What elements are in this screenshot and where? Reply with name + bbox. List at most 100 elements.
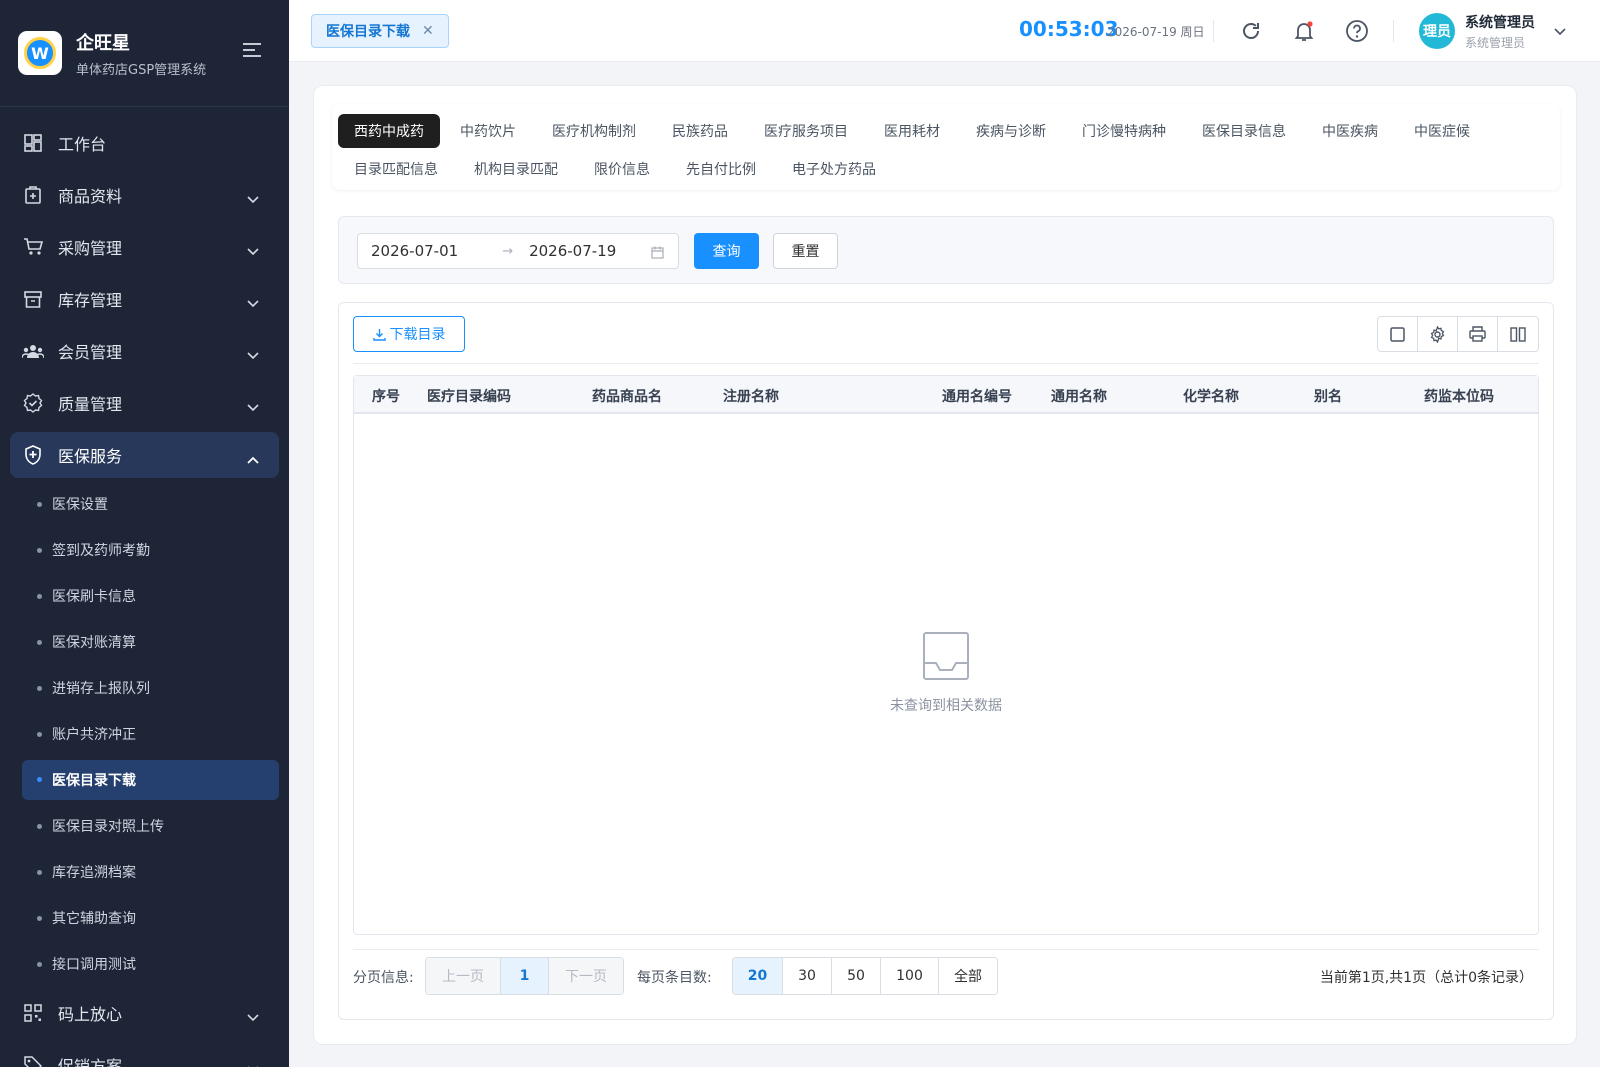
sidebar-item-purchase[interactable]: 采购管理 [0, 221, 289, 273]
clock: 00:53:03 [1019, 17, 1119, 41]
product-icon [22, 184, 44, 206]
sidebar-subitem[interactable]: 进销存上报队列 [0, 665, 289, 711]
sidebar-item-medical-insurance[interactable]: 医保服务 [10, 432, 279, 478]
divider [353, 363, 1539, 364]
sidebar-item-workbench[interactable]: 工作台 [0, 117, 289, 169]
column-header[interactable]: 药品商品名 [592, 386, 662, 406]
sidebar-subitem[interactable]: 库存追溯档案 [0, 849, 289, 895]
table-toolbar [1377, 316, 1539, 352]
sidebar-subitem-label: 医保目录对照上传 [52, 819, 164, 835]
sidebar-item-products[interactable]: 商品资料 [0, 169, 289, 221]
category-tab[interactable]: 中药饮片 [444, 114, 532, 148]
app-logo: W [18, 31, 62, 75]
category-tab[interactable]: 目录匹配信息 [338, 152, 454, 186]
end-date[interactable]: 2026-07-19 [529, 242, 616, 260]
category-tab[interactable]: 门诊慢特病种 [1066, 114, 1182, 148]
sidebar-item-quality[interactable]: 质量管理 [0, 377, 289, 429]
sidebar-subitem[interactable]: 其它辅助查询 [0, 895, 289, 941]
top-header: 医保目录下载 ✕ 00:53:03 2026-07-19 周日 理员 系统管理员… [289, 0, 1600, 62]
fullscreen-icon[interactable] [1378, 317, 1418, 351]
prev-page-button[interactable]: 上一页 [426, 958, 501, 994]
download-icon [372, 328, 386, 341]
sidebar-subitem-label: 库存追溯档案 [52, 865, 136, 881]
category-tab[interactable]: 医疗服务项目 [748, 114, 864, 148]
settings-gear-icon[interactable] [1418, 317, 1458, 351]
sidebar-subitem-label: 其它辅助查询 [52, 911, 136, 927]
date-display: 2026-07-19 周日 [1107, 25, 1205, 39]
category-tab[interactable]: 限价信息 [578, 152, 666, 186]
column-header[interactable]: 通用名编号 [942, 386, 1012, 406]
sidebar-item-label: 医保服务 [58, 447, 123, 466]
page-size-option[interactable]: 30 [783, 958, 832, 994]
reset-button[interactable]: 重置 [773, 233, 838, 269]
open-tab-medical-catalog[interactable]: 医保目录下载 ✕ [311, 14, 449, 48]
column-header[interactable]: 注册名称 [723, 386, 779, 406]
brand-name: 企旺星 [76, 32, 130, 54]
column-header[interactable]: 药监本位码 [1424, 386, 1494, 406]
category-tab[interactable]: 疾病与诊断 [960, 114, 1062, 148]
column-header[interactable]: 化学名称 [1183, 386, 1239, 406]
sidebar-item-label: 库存管理 [58, 291, 123, 310]
category-tab[interactable]: 先自付比例 [670, 152, 772, 186]
sidebar-item-inventory[interactable]: 库存管理 [0, 273, 289, 325]
column-header[interactable]: 别名 [1314, 386, 1342, 406]
chevron-down-icon[interactable] [1554, 24, 1566, 40]
page-number-button[interactable]: 1 [501, 958, 549, 994]
category-tab[interactable]: 医保目录信息 [1186, 114, 1302, 148]
print-icon[interactable] [1458, 317, 1498, 351]
category-tabs: 西药中成药 中药饮片 医疗机构制剂 民族药品 医疗服务项目 医用耗材 疾病与诊断 门诊慢特病种… [332, 104, 1560, 190]
sidebar-item-members[interactable]: 会员管理 [0, 325, 289, 377]
category-tab[interactable]: 医疗机构制剂 [536, 114, 652, 148]
category-tab[interactable]: 中医疾病 [1306, 114, 1394, 148]
column-header[interactable]: 序号 [372, 386, 400, 406]
page-size-option[interactable]: 20 [733, 958, 783, 994]
category-tab[interactable]: 电子处方药品 [776, 152, 892, 186]
category-tab[interactable]: 医用耗材 [868, 114, 956, 148]
start-date[interactable]: 2026-07-01 [371, 242, 458, 260]
sidebar-item-label: 质量管理 [58, 395, 123, 414]
sidebar-subitem[interactable]: 接口调用测试 [0, 941, 289, 987]
notification-bell-icon[interactable] [1290, 17, 1318, 45]
dashboard-icon [22, 132, 44, 154]
range-separator: → [502, 243, 514, 259]
help-icon[interactable] [1343, 17, 1371, 45]
query-button[interactable]: 查询 [694, 233, 759, 269]
divider [1393, 20, 1394, 42]
page-size-option[interactable]: 100 [881, 958, 939, 994]
category-tab[interactable]: 中医症候 [1398, 114, 1486, 148]
sidebar-subitem[interactable]: 医保设置 [0, 481, 289, 527]
category-tab[interactable]: 西药中成药 [338, 114, 440, 148]
close-icon[interactable]: ✕ [422, 23, 434, 39]
column-header[interactable]: 通用名称 [1051, 386, 1107, 406]
sidebar-item-label: 采购管理 [58, 239, 123, 258]
chevron-down-icon [247, 293, 259, 312]
sidebar-subitem[interactable]: 签到及药师考勤 [0, 527, 289, 573]
user-role: 系统管理员 [1465, 36, 1526, 50]
refresh-icon[interactable] [1237, 17, 1265, 45]
sidebar-subitem[interactable]: 医保对账清算 [0, 619, 289, 665]
table-panel: 下载目录 序号 医疗目录编码 药品商品名 注册名称 通用名编号 通用名称 化学名… [338, 302, 1554, 1020]
sidebar-subitem[interactable]: 医保刷卡信息 [0, 573, 289, 619]
category-tab[interactable]: 民族药品 [656, 114, 744, 148]
page-size-option[interactable]: 全部 [939, 958, 997, 994]
date-range-picker[interactable]: 2026-07-01 → 2026-07-19 [357, 233, 679, 269]
sidebar-subitem[interactable]: 医保目录对照上传 [0, 803, 289, 849]
sidebar-subitem[interactable]: 账户共济冲正 [0, 711, 289, 757]
category-tab[interactable]: 机构目录匹配 [458, 152, 574, 186]
sidebar-item-label: 商品资料 [58, 187, 123, 206]
download-catalog-button[interactable]: 下载目录 [353, 316, 465, 352]
columns-icon[interactable] [1498, 317, 1538, 351]
sidebar-item-promotion[interactable]: 促销方案 [0, 1039, 289, 1067]
divider [1213, 20, 1214, 42]
sidebar-collapse-icon[interactable] [243, 43, 263, 61]
page-size-options: 20 30 50 100 全部 [732, 957, 998, 995]
page-size-option[interactable]: 50 [832, 958, 881, 994]
download-label: 下载目录 [389, 327, 446, 343]
sidebar-subitem-active[interactable]: 医保目录下载 [22, 760, 279, 800]
user-name[interactable]: 系统管理员 [1465, 12, 1535, 32]
next-page-button[interactable]: 下一页 [549, 958, 623, 994]
sidebar-item-traceability[interactable]: 码上放心 [0, 987, 289, 1039]
avatar[interactable]: 理员 [1419, 13, 1455, 49]
column-header[interactable]: 医疗目录编码 [427, 386, 511, 406]
empty-text: 未查询到相关数据 [890, 698, 1002, 714]
